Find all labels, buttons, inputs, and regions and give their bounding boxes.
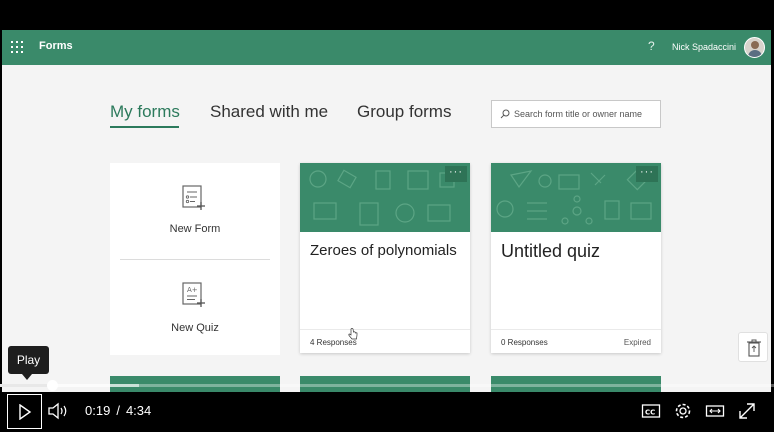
search-box[interactable] bbox=[491, 100, 661, 128]
played-bar bbox=[0, 384, 54, 387]
app-launcher-icon[interactable] bbox=[11, 41, 23, 53]
search-input[interactable] bbox=[514, 105, 658, 123]
more-options-button[interactable]: ··· bbox=[445, 166, 467, 182]
app-header: Forms ? Nick Spadaccini bbox=[2, 30, 771, 65]
recycle-bin-button[interactable] bbox=[738, 332, 768, 362]
form-title: Zeroes of polynomials bbox=[310, 242, 457, 259]
tab-my-forms[interactable]: My forms bbox=[110, 102, 180, 122]
form-title: Untitled quiz bbox=[501, 241, 601, 261]
app-name[interactable]: Forms bbox=[39, 40, 73, 52]
help-icon[interactable]: ? bbox=[648, 39, 655, 53]
closed-captions-icon[interactable]: CC bbox=[641, 402, 661, 420]
new-form-label: New Form bbox=[169, 223, 221, 235]
video-frame: Forms ? Nick Spadaccini My forms Shared … bbox=[0, 0, 774, 432]
new-items-card: New Form A+ New Quiz bbox=[110, 163, 280, 355]
svg-text:A+: A+ bbox=[187, 286, 198, 294]
new-form-button[interactable]: New Form bbox=[110, 163, 280, 253]
tab-group-forms[interactable]: Group forms bbox=[357, 102, 451, 122]
form-card[interactable]: ··· Untitled quiz 0 Responses Expired bbox=[491, 163, 661, 353]
form-card-banner: ··· bbox=[300, 163, 470, 232]
current-time: 0:19 bbox=[85, 403, 111, 418]
form-card[interactable]: ··· Zeroes of polynomials 4 Responses bbox=[300, 163, 470, 353]
response-count: 0 Responses bbox=[501, 338, 548, 347]
player-controls: 0:19 / 4:34 CC bbox=[0, 392, 774, 432]
form-card-footer: 0 Responses Expired bbox=[491, 329, 661, 353]
hand-cursor-icon bbox=[348, 328, 358, 340]
theater-mode-icon[interactable] bbox=[705, 402, 725, 420]
duration: 4:34 bbox=[125, 403, 152, 418]
settings-gear-icon[interactable] bbox=[673, 402, 693, 420]
avatar[interactable] bbox=[744, 37, 765, 58]
active-tab-indicator bbox=[110, 126, 179, 128]
form-card-footer: 4 Responses bbox=[300, 329, 470, 353]
new-quiz-label: New Quiz bbox=[171, 322, 219, 334]
progress-bar[interactable] bbox=[0, 380, 774, 391]
play-icon bbox=[19, 404, 32, 420]
fullscreen-icon[interactable] bbox=[737, 402, 757, 420]
divider bbox=[120, 259, 270, 260]
search-icon bbox=[500, 109, 510, 119]
tab-shared-with-me[interactable]: Shared with me bbox=[210, 102, 328, 122]
form-card-banner: ··· bbox=[491, 163, 661, 232]
video-content: Forms ? Nick Spadaccini My forms Shared … bbox=[2, 30, 771, 405]
time-display: 0:19 / 4:34 bbox=[85, 403, 151, 418]
time-separator: / bbox=[116, 403, 120, 418]
user-name[interactable]: Nick Spadaccini bbox=[672, 42, 736, 52]
more-options-button[interactable]: ··· bbox=[636, 166, 658, 182]
form-status: Expired bbox=[623, 338, 651, 347]
new-form-icon bbox=[182, 185, 205, 210]
svg-text:CC: CC bbox=[645, 409, 655, 417]
recycle-bin-icon bbox=[747, 339, 761, 357]
volume-icon[interactable] bbox=[47, 402, 69, 420]
new-quiz-button[interactable]: A+ New Quiz bbox=[110, 263, 280, 353]
new-quiz-icon: A+ bbox=[182, 282, 205, 307]
play-button[interactable] bbox=[7, 394, 42, 429]
play-tooltip: Play bbox=[8, 346, 49, 380]
